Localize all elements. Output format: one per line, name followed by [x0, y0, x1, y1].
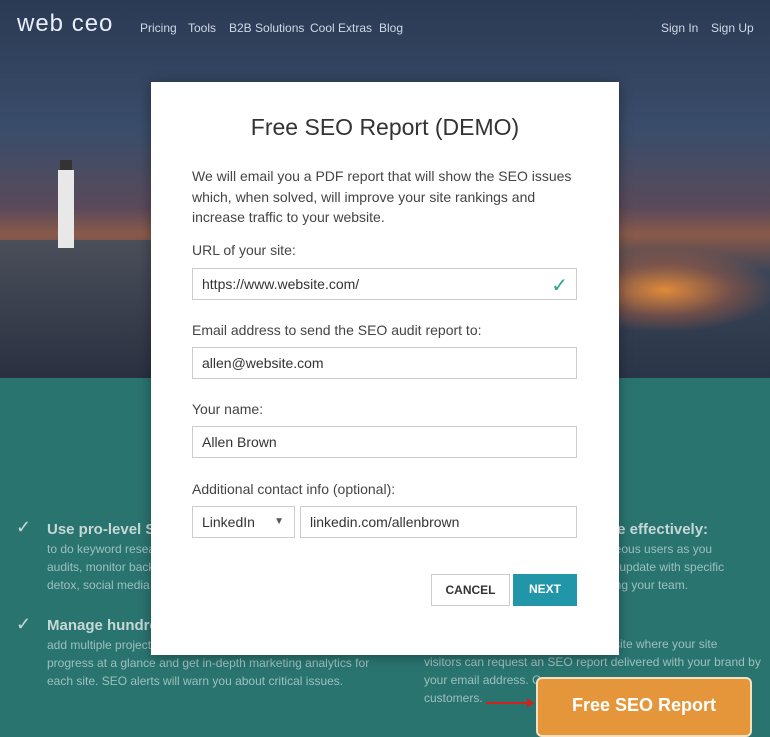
feature-line: audits, monitor back: [47, 560, 155, 574]
cancel-button[interactable]: CANCEL: [431, 574, 510, 606]
nav-pricing[interactable]: Pricing: [140, 21, 177, 35]
nav-blog[interactable]: Blog: [379, 21, 403, 35]
check-icon: ✓: [16, 517, 32, 537]
coast-image: [0, 240, 160, 378]
dialog-title: Free SEO Report (DEMO): [250, 114, 520, 140]
sign-in-link[interactable]: Sign In: [661, 21, 698, 35]
next-button[interactable]: NEXT: [513, 574, 577, 606]
contact-value-input[interactable]: linkedin.com/allenbrown: [300, 506, 577, 538]
top-nav: web ceo Pricing Tools B2B Solutions Cool…: [0, 0, 770, 56]
dialog-intro: We will email you a PDF report that will…: [192, 168, 572, 225]
url-value: https://www.website.com/: [202, 276, 360, 292]
arrow-icon: [486, 698, 534, 708]
valid-check-icon: ✓: [551, 275, 568, 297]
chevron-down-icon: ▼: [274, 516, 284, 527]
feature-line: each site. SEO alerts will warn you abou…: [47, 674, 344, 688]
seo-report-dialog: Free SEO Report (DEMO) We will email you…: [151, 82, 619, 655]
url-label: URL of your site:: [192, 242, 296, 258]
feature-line: progress at a glance and get in-depth ma…: [47, 656, 370, 670]
name-input[interactable]: Allen Brown: [192, 426, 577, 458]
email-input[interactable]: allen@website.com: [192, 347, 577, 379]
contact-type-value: LinkedIn: [202, 514, 255, 530]
feature-left-1: Use pro-level S to do keyword resear aud…: [47, 520, 160, 594]
email-label: Email address to send the SEO audit repo…: [192, 322, 482, 338]
logo[interactable]: web ceo: [17, 10, 113, 38]
free-seo-report-button[interactable]: Free SEO Report: [536, 677, 752, 737]
sign-up-link[interactable]: Sign Up: [711, 21, 754, 35]
nav-tools[interactable]: Tools: [188, 21, 216, 35]
name-label: Your name:: [192, 401, 264, 417]
feature-line: to do keyword resear: [47, 542, 160, 556]
url-input[interactable]: https://www.website.com/ ✓: [192, 268, 577, 300]
contact-label: Additional contact info (optional):: [192, 481, 396, 497]
feature-line: detox, social media a: [47, 578, 160, 592]
nav-b2b-solutions[interactable]: B2B Solutions: [229, 21, 304, 35]
nav-cool-extras[interactable]: Cool Extras: [310, 21, 372, 35]
lighthouse-image: [58, 160, 74, 248]
feature-line: visitors can request an SEO report deliv…: [424, 655, 761, 669]
contact-type-select[interactable]: LinkedIn ▼: [192, 506, 295, 538]
check-icon: ✓: [16, 614, 32, 634]
feature-title: Use pro-level S: [47, 521, 156, 538]
